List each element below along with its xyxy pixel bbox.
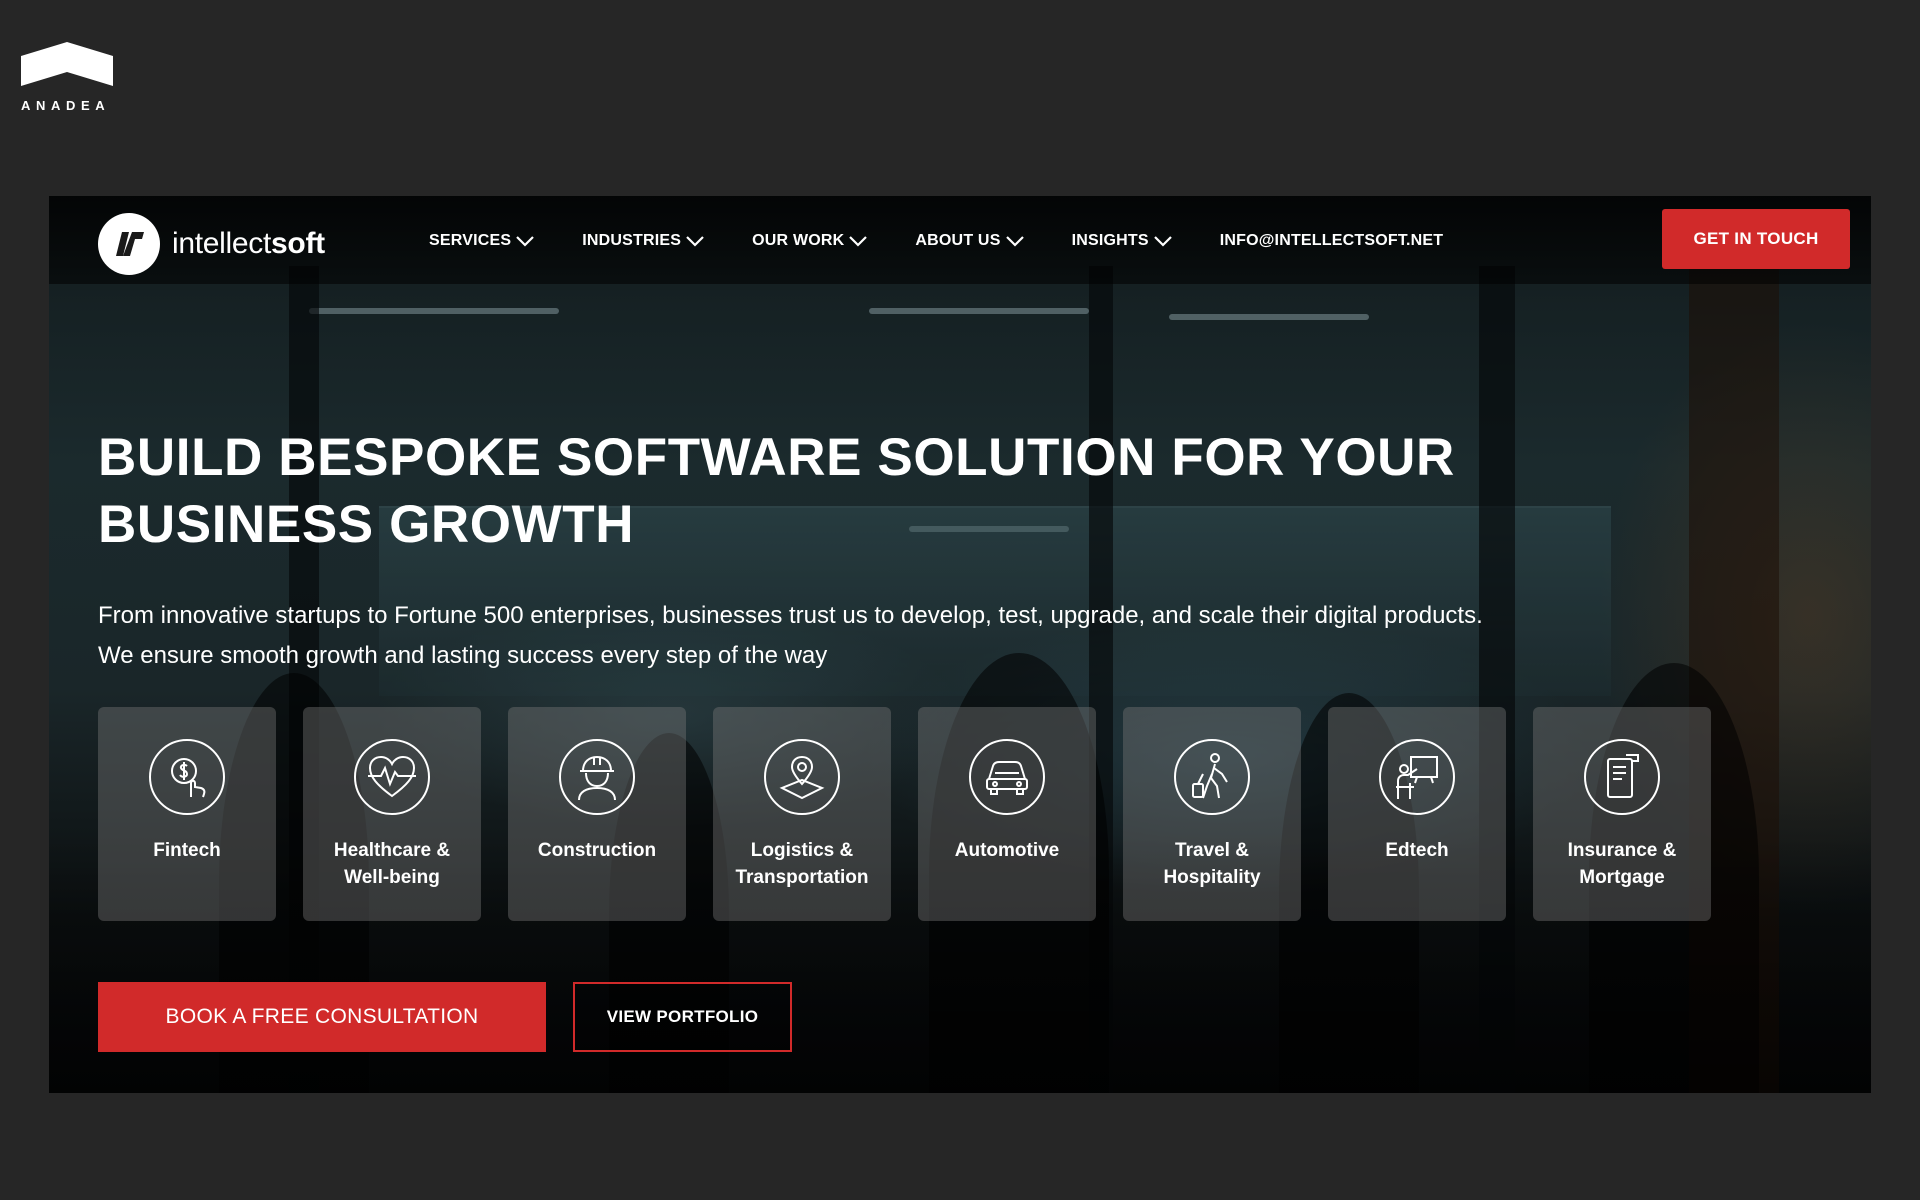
industry-card-label: Construction [517, 837, 677, 864]
industry-card-line2: Hospitality [1163, 867, 1261, 888]
chevron-down-icon [849, 235, 868, 247]
hero-title: BUILD BESPOKE SOFTWARE SOLUTION FOR YOUR… [98, 424, 1598, 558]
anadea-watermark: ANADEA [21, 42, 113, 113]
logo-text-light: intellect [172, 227, 272, 260]
industry-card-line1: Travel & [1175, 840, 1249, 861]
nav-our-work[interactable]: OUR WORK [752, 232, 868, 250]
main-nav: SERVICES INDUSTRIES OUR WORK ABOUT US IN… [429, 232, 1443, 250]
industry-card-line1: Automotive [954, 840, 1060, 861]
industry-card-label: Automotive [927, 837, 1087, 864]
document-icon [1584, 739, 1660, 815]
hero-title-line1: BUILD BESPOKE SOFTWARE SOLUTION FOR YOUR [98, 428, 1455, 487]
nav-email-link[interactable]: INFO@INTELLECTSOFT.NET [1220, 232, 1444, 250]
hero-title-line2: BUSINESS GROWTH [98, 495, 635, 554]
industry-card-insurance[interactable]: Insurance & Mortgage [1533, 707, 1711, 921]
view-portfolio-button[interactable]: VIEW PORTFOLIO [573, 982, 792, 1052]
hero-subtitle-line2: We ensure smooth growth and lasting succ… [98, 642, 828, 669]
industry-cards: Fintech Healthcare & Well-being Construc… [98, 707, 1738, 921]
heart-pulse-icon [354, 739, 430, 815]
teacher-board-icon [1379, 739, 1455, 815]
nav-services-label: SERVICES [429, 232, 512, 249]
car-icon [969, 739, 1045, 815]
chevron-down-icon [686, 235, 704, 247]
nav-insights-label: INSIGHTS [1071, 232, 1149, 249]
worker-helmet-icon [559, 739, 635, 815]
industry-card-line2: Transportation [735, 867, 869, 888]
industry-card-line2: Mortgage [1579, 867, 1665, 888]
industry-card-healthcare[interactable]: Healthcare & Well-being [303, 707, 481, 921]
nav-our-work-label: OUR WORK [752, 232, 845, 249]
logo-text-bold: soft [271, 227, 325, 260]
location-pin-icon [764, 739, 840, 815]
intellectsoft-logo-mark-icon [98, 213, 160, 275]
anadea-roof-logo-icon [21, 42, 113, 86]
industry-card-line1: Healthcare & [333, 840, 451, 861]
industry-card-line2: Well-being [344, 867, 440, 888]
nav-industries[interactable]: INDUSTRIES [582, 232, 704, 250]
top-navbar: intellectsoft SERVICES INDUSTRIES OUR WO… [49, 196, 1871, 284]
industry-card-logistics[interactable]: Logistics & Transportation [713, 707, 891, 921]
industry-card-label: Healthcare & Well-being [312, 837, 472, 891]
industry-card-construction[interactable]: Construction [508, 707, 686, 921]
industry-card-line1: Edtech [1385, 840, 1449, 861]
industry-card-fintech[interactable]: Fintech [98, 707, 276, 921]
chevron-down-icon [1005, 235, 1024, 247]
industry-card-edtech[interactable]: Edtech [1328, 707, 1506, 921]
industry-card-line1: Insurance & [1567, 840, 1677, 861]
hero-subtitle: From innovative startups to Fortune 500 … [98, 596, 1718, 676]
industry-card-label: Insurance & Mortgage [1542, 837, 1702, 891]
industry-card-travel[interactable]: Travel & Hospitality [1123, 707, 1301, 921]
dollar-hand-icon [149, 739, 225, 815]
logo-wordmark: intellectsoft [172, 227, 325, 261]
get-in-touch-button[interactable]: GET IN TOUCH [1662, 209, 1850, 269]
anadea-brand-text: ANADEA [21, 98, 111, 113]
industry-card-label: Travel & Hospitality [1132, 837, 1292, 891]
nav-services[interactable]: SERVICES [429, 232, 535, 250]
chevron-down-icon [1153, 235, 1172, 247]
book-consultation-button[interactable]: BOOK A FREE CONSULTATION [98, 982, 546, 1052]
industry-card-line1: Construction [537, 840, 657, 861]
traveler-luggage-icon [1174, 739, 1250, 815]
intellectsoft-logo[interactable]: intellectsoft [98, 213, 325, 275]
nav-industries-label: INDUSTRIES [582, 232, 682, 249]
chevron-down-icon [516, 235, 535, 247]
industry-card-label: Logistics & Transportation [722, 837, 882, 891]
industry-card-label: Edtech [1337, 837, 1497, 864]
website-screenshot: intellectsoft SERVICES INDUSTRIES OUR WO… [49, 196, 1871, 1093]
industry-card-automotive[interactable]: Automotive [918, 707, 1096, 921]
nav-about-us-label: ABOUT US [915, 232, 1001, 249]
nav-insights[interactable]: INSIGHTS [1072, 232, 1172, 250]
industry-card-line1: Fintech [153, 840, 221, 861]
nav-about-us[interactable]: ABOUT US [915, 232, 1024, 250]
hero-subtitle-line1: From innovative startups to Fortune 500 … [98, 602, 1483, 629]
industry-card-label: Fintech [107, 837, 267, 864]
industry-card-line1: Logistics & [750, 840, 854, 861]
